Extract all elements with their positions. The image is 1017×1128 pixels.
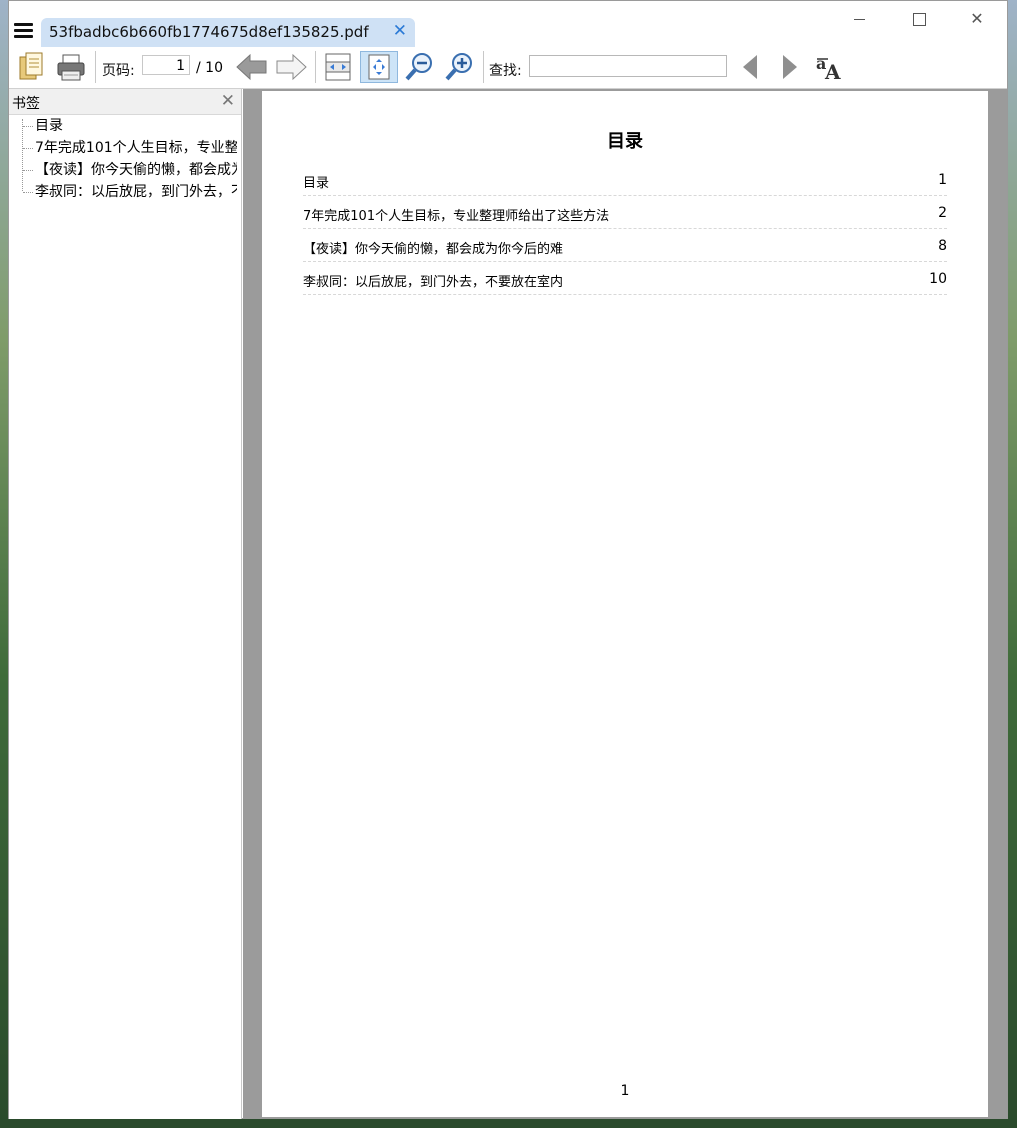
app-window: 53fbadbc6b660fb1774675d8ef135825.pdf ✕ ✕ <box>8 0 1008 1119</box>
toolbar: 页码: 1 / 10 查找: a A <box>9 47 1007 89</box>
page-total: / 10 <box>196 60 223 76</box>
toc-row[interactable]: 李叔同：以后放屁，到门外去，不要放在室内 10 <box>303 262 947 295</box>
toc-row[interactable]: 目录 1 <box>303 163 947 196</box>
tab-title: 53fbadbc6b660fb1774675d8ef135825.pdf <box>49 23 369 41</box>
page-label: 页码: <box>102 63 135 79</box>
toolbar-separator <box>315 51 316 83</box>
bookmark-panel-header: 书签 ✕ <box>9 89 241 115</box>
bookmark-tree: 目录 7年完成101个人生目标，专业整理师给出了这些方法 【夜读】你今天偷的懒，… <box>9 115 237 203</box>
hamburger-menu-icon[interactable] <box>14 23 33 39</box>
toc-entry-page: 2 <box>938 205 947 221</box>
toc-row[interactable]: 【夜读】你今天偷的懒，都会成为你今后的难 8 <box>303 229 947 262</box>
tab-close-icon[interactable]: ✕ <box>393 21 407 41</box>
toolbar-separator <box>483 51 484 83</box>
pdf-page: 目录 目录 1 7年完成101个人生目标，专业整理师给出了这些方法 2 【夜读】… <box>262 91 988 1117</box>
page-number-input[interactable]: 1 <box>142 55 190 75</box>
toolbar-separator <box>95 51 96 83</box>
bookmark-panel: 书签 ✕ 目录 7年完成101个人生目标，专业整理师给出了这些方法 【夜读】你今… <box>9 89 242 1119</box>
title-bar: 53fbadbc6b660fb1774675d8ef135825.pdf ✕ ✕ <box>9 1 1007 47</box>
triangle-left-icon[interactable] <box>737 51 763 83</box>
toc-entry-text: 7年完成101个人生目标，专业整理师给出了这些方法 <box>303 209 610 224</box>
toc-entry-text: 目录 <box>303 176 330 191</box>
maximize-button[interactable] <box>896 9 942 28</box>
toc-entry-page: 10 <box>929 271 947 287</box>
fit-page-icon[interactable] <box>360 51 398 83</box>
toc-entry-page: 8 <box>938 238 947 254</box>
document-tab[interactable]: 53fbadbc6b660fb1774675d8ef135825.pdf ✕ <box>41 18 415 47</box>
find-input[interactable] <box>529 55 727 77</box>
bookmark-panel-title: 书签 <box>12 96 40 112</box>
printer-icon[interactable] <box>55 51 87 83</box>
svg-text:A: A <box>824 60 841 83</box>
toc-entry-page: 1 <box>938 172 947 188</box>
close-window-button[interactable]: ✕ <box>954 9 1000 28</box>
minimize-button[interactable] <box>836 9 882 28</box>
find-label: 查找: <box>489 63 522 79</box>
bookmark-item[interactable]: 7年完成101个人生目标，专业整理师给出了这些方法 <box>9 137 237 159</box>
zoom-out-icon[interactable] <box>403 51 437 83</box>
match-case-icon[interactable]: a A <box>814 51 848 83</box>
toc-entry-text: 李叔同：以后放屁，到门外去，不要放在室内 <box>303 275 564 290</box>
toc-heading: 目录 <box>607 131 643 152</box>
arrow-left-icon[interactable] <box>235 51 269 83</box>
arrow-right-icon[interactable] <box>274 51 308 83</box>
bookmark-item[interactable]: 李叔同：以后放屁，到门外去，不要放在室内 <box>9 181 237 203</box>
toc-entry-text: 【夜读】你今天偷的懒，都会成为你今后的难 <box>303 242 564 257</box>
toc-list: 目录 1 7年完成101个人生目标，专业整理师给出了这些方法 2 【夜读】你今天… <box>303 163 947 295</box>
open-document-icon[interactable] <box>16 51 48 83</box>
bookmark-item[interactable]: 目录 <box>9 115 237 137</box>
triangle-right-icon[interactable] <box>777 51 803 83</box>
fit-width-icon[interactable] <box>321 51 355 83</box>
close-panel-icon[interactable]: ✕ <box>221 91 235 111</box>
toc-row[interactable]: 7年完成101个人生目标，专业整理师给出了这些方法 2 <box>303 196 947 229</box>
page-footer-number: 1 <box>620 1083 630 1099</box>
zoom-in-icon[interactable] <box>443 51 477 83</box>
document-view[interactable]: 目录 目录 1 7年完成101个人生目标，专业整理师给出了这些方法 2 【夜读】… <box>243 89 1007 1119</box>
bookmark-item[interactable]: 【夜读】你今天偷的懒，都会成为你今后的难 <box>9 159 237 181</box>
